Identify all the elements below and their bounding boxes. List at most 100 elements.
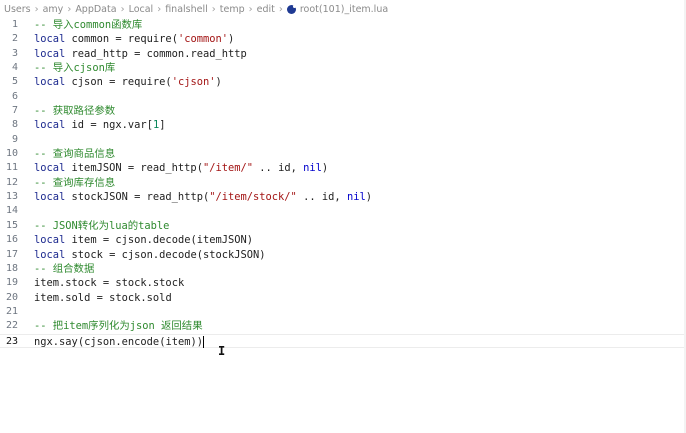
line-content[interactable]: local cjson = require('cjson') xyxy=(34,75,222,89)
code-token: itemJSON xyxy=(71,162,122,175)
line-content[interactable]: -- 获取路径参数 xyxy=(34,104,115,118)
breadcrumb-item[interactable]: Users xyxy=(4,4,31,15)
line-number: 2 xyxy=(11,33,18,45)
code-line[interactable]: 20 item.sold = stock.sold xyxy=(0,291,686,305)
code-string: "/item/stock/" xyxy=(209,191,297,204)
line-content[interactable]: local id = ngx.var[1] xyxy=(34,118,165,132)
code-token: ngx xyxy=(34,335,53,348)
text-cursor-icon: I xyxy=(218,344,226,358)
code-token: cjson xyxy=(84,335,116,348)
code-token: read_http xyxy=(140,162,197,175)
line-content[interactable]: local stock = cjson.decode(stockJSON) xyxy=(34,248,266,262)
code-token: ) xyxy=(246,234,254,247)
line-content[interactable]: item.sold = stock.sold xyxy=(34,291,172,305)
code-line[interactable]: 23 ngx.say(cjson.encode(item)) xyxy=(0,333,686,349)
line-content[interactable]: -- 查询商品信息 xyxy=(34,147,115,161)
code-line[interactable]: 2 local common = require('common') xyxy=(0,32,686,46)
code-token: sold xyxy=(146,291,172,304)
code-line[interactable]: 8 local id = ngx.var[1] xyxy=(0,118,686,132)
line-number: 17 xyxy=(5,248,18,260)
code-token: ) xyxy=(259,248,266,261)
code-line[interactable]: 1 -- 导入common函数库 xyxy=(0,18,686,32)
breadcrumb-item[interactable]: temp xyxy=(220,4,245,15)
code-comment: -- 把item序列化为json 返回结果 xyxy=(34,320,203,333)
code-comment: -- 导入cjson库 xyxy=(34,62,116,75)
line-number: 23 xyxy=(5,335,18,347)
line-content[interactable]: -- 导入cjson库 xyxy=(34,61,115,75)
code-token: stockJSON xyxy=(71,191,128,204)
line-number: 18 xyxy=(5,262,18,274)
chevron-right-icon: › xyxy=(248,3,253,15)
code-line[interactable]: 18 -- 组合数据 xyxy=(0,262,686,276)
line-number: 14 xyxy=(5,205,18,217)
line-content[interactable]: local stockJSON = read_http("/item/stock… xyxy=(34,190,372,204)
line-number: 15 xyxy=(5,219,18,231)
code-comment: -- 获取路径参数 xyxy=(34,105,116,118)
line-content[interactable]: -- 导入common函数库 xyxy=(34,18,142,32)
line-number: 16 xyxy=(5,234,18,246)
code-token: item xyxy=(165,335,191,348)
code-token: item xyxy=(34,291,60,304)
code-keyword: local xyxy=(34,248,66,261)
line-content[interactable]: local itemJSON = read_http("/item/" .. i… xyxy=(34,161,328,175)
line-content[interactable]: ngx.say(cjson.encode(item)) xyxy=(34,335,205,349)
code-token: stock xyxy=(65,277,97,290)
line-number: 7 xyxy=(11,105,18,117)
code-line[interactable]: 6 xyxy=(0,90,686,104)
code-token: decode xyxy=(159,248,197,261)
code-line[interactable]: 12 -- 查询库存信息 xyxy=(0,176,686,190)
code-line[interactable]: 15 -- JSON转化为lua的table xyxy=(0,219,686,233)
code-line[interactable]: 14 xyxy=(0,204,686,218)
line-number: 3 xyxy=(11,47,18,59)
code-token: stockJSON xyxy=(202,248,260,261)
line-number: 19 xyxy=(5,277,18,289)
code-token: read_http xyxy=(190,47,247,60)
breadcrumb-item[interactable]: edit xyxy=(257,4,275,15)
code-token: require xyxy=(121,76,166,89)
code-token: cjson xyxy=(121,248,153,261)
chevron-right-icon: › xyxy=(34,3,39,15)
line-content[interactable]: local item = cjson.decode(itemJSON) xyxy=(34,233,253,247)
breadcrumb-item[interactable]: finalshell xyxy=(165,4,208,15)
line-content[interactable]: -- 把item序列化为json 返回结果 xyxy=(34,319,203,333)
line-content[interactable]: -- 查询库存信息 xyxy=(34,176,115,190)
code-line[interactable]: 4 -- 导入cjson库 xyxy=(0,61,686,75)
line-number: 4 xyxy=(11,62,18,74)
code-line[interactable]: 13 local stockJSON = read_http("/item/sto… xyxy=(0,190,686,204)
chevron-right-icon: › xyxy=(120,3,125,15)
code-token: stock xyxy=(71,248,103,261)
code-token: read_http xyxy=(146,191,203,204)
code-line[interactable]: 16 local item = cjson.decode(itemJSON) xyxy=(0,233,686,247)
lua-file-icon xyxy=(286,4,296,14)
line-content[interactable]: local common = require('common') xyxy=(34,32,234,46)
breadcrumb-file[interactable]: root(101)_item.lua xyxy=(300,4,388,15)
line-content[interactable]: -- 组合数据 xyxy=(34,262,94,276)
code-token: encode xyxy=(121,335,160,348)
code-line[interactable]: 9 xyxy=(0,133,686,147)
code-comment: -- JSON转化为lua的table xyxy=(34,219,170,232)
code-line[interactable]: 21 xyxy=(0,305,686,319)
code-line[interactable]: 5 local cjson = require('cjson') xyxy=(0,75,686,89)
breadcrumb-item[interactable]: amy xyxy=(43,4,64,15)
code-line[interactable]: 17 local stock = cjson.decode(stockJSON) xyxy=(0,248,686,262)
line-content[interactable]: local read_http = common.read_http xyxy=(34,47,247,61)
breadcrumb-item[interactable]: AppData xyxy=(75,4,116,15)
code-line[interactable]: 3 local read_http = common.read_http xyxy=(0,47,686,61)
line-content[interactable]: -- JSON转化为lua的table xyxy=(34,219,169,233)
code-line[interactable]: 22 -- 把item序列化为json 返回结果 xyxy=(0,319,686,333)
code-line[interactable]: 11 local itemJSON = read_http("/item/" ..… xyxy=(0,161,686,175)
code-comment: -- 导入common函数库 xyxy=(34,19,143,31)
code-token: stock xyxy=(152,277,185,290)
line-content[interactable]: item.stock = stock.stock xyxy=(34,276,184,290)
code-token: itemJSON xyxy=(196,234,247,247)
code-area[interactable]: 1 -- 导入common函数库 2 local common = require('… xyxy=(0,18,686,348)
code-token: ngx xyxy=(102,119,122,132)
code-line[interactable]: 19 item.stock = stock.stock xyxy=(0,276,686,290)
code-token: ) xyxy=(321,162,329,175)
code-editor[interactable]: Users › amy › AppData › Local › finalshell › temp ›… xyxy=(0,0,686,433)
breadcrumb-item[interactable]: Local xyxy=(129,4,154,15)
code-line[interactable]: 10 -- 查询商品信息 xyxy=(0,147,686,161)
line-number: 5 xyxy=(11,76,18,88)
code-token: id xyxy=(278,162,291,175)
code-line[interactable]: 7 -- 获取路径参数 xyxy=(0,104,686,118)
